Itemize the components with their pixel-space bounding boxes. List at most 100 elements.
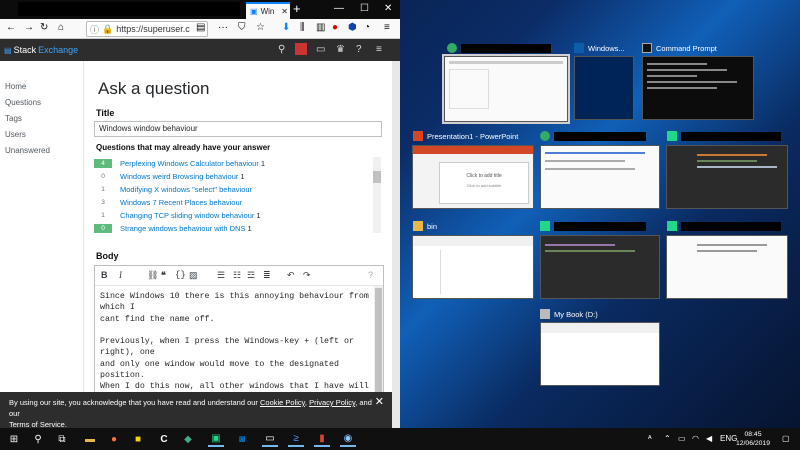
- window-thumbnail[interactable]: [412, 235, 534, 299]
- download-icon[interactable]: ⬇: [282, 22, 290, 33]
- app-circle-icon[interactable]: ◉: [340, 431, 356, 447]
- new-tab-button[interactable]: +: [293, 2, 301, 16]
- firefox-icon[interactable]: ●: [106, 431, 122, 447]
- help-icon[interactable]: ?: [356, 44, 362, 55]
- page-scrollbar[interactable]: [392, 61, 400, 428]
- bullet-list-icon[interactable]: ☷: [233, 270, 241, 281]
- list-item[interactable]: 0 Strange windows behaviour with DNS 1: [94, 222, 252, 233]
- volume-icon[interactable]: ◀: [706, 434, 712, 443]
- url-bar[interactable]: ⓘ 🔒 https://superuser.c: [86, 21, 208, 37]
- reader-icon[interactable]: ▤: [196, 22, 205, 33]
- redo-icon[interactable]: ↷: [303, 270, 311, 281]
- extension-icon[interactable]: ◔: [364, 22, 370, 33]
- powerpoint-icon[interactable]: ▮: [314, 431, 330, 447]
- adblock-icon[interactable]: ●: [332, 22, 338, 33]
- privacy-policy-link[interactable]: Privacy Policy: [309, 398, 355, 407]
- sidebar-icon[interactable]: ▥: [316, 22, 325, 33]
- window-thumbnail[interactable]: [540, 235, 660, 299]
- clock[interactable]: 08:45 12/06/2019: [736, 430, 770, 448]
- bold-icon[interactable]: B: [101, 270, 108, 280]
- app-c-icon[interactable]: C: [156, 431, 172, 447]
- search-icon[interactable]: ⚲: [30, 431, 46, 447]
- horizontal-rule-icon[interactable]: ≣: [263, 270, 271, 281]
- bookmark-star-icon[interactable]: ☆: [256, 22, 265, 33]
- question-link[interactable]: Changing TCP sliding window behaviour: [120, 211, 254, 220]
- ide-icon[interactable]: ▣: [208, 431, 224, 447]
- window-thumbnail[interactable]: [574, 56, 634, 120]
- maximize-icon[interactable]: ☐: [360, 3, 369, 14]
- avatar[interactable]: [295, 43, 307, 55]
- list-item[interactable]: 1 Modifying X windows "select" behaviour: [94, 183, 254, 195]
- sidebar-item-tags[interactable]: Tags: [5, 114, 22, 123]
- notifications-icon[interactable]: ▢: [782, 434, 790, 443]
- sidebar-item-questions[interactable]: Questions: [5, 98, 41, 107]
- question-link[interactable]: Strange windows behaviour with DNS: [120, 224, 245, 233]
- window-thumbnail[interactable]: [540, 145, 660, 209]
- sticky-notes-icon[interactable]: ■: [130, 431, 146, 447]
- window-thumbnail[interactable]: [666, 145, 788, 209]
- link-icon[interactable]: ⛓: [147, 270, 158, 281]
- cookie-policy-link[interactable]: Cookie Policy: [260, 398, 305, 407]
- sidebar-item-unanswered[interactable]: Unanswered: [5, 146, 50, 155]
- task-view-icon[interactable]: ⧉: [54, 431, 70, 447]
- page-actions-icon[interactable]: ···: [218, 22, 228, 33]
- window-thumbnail[interactable]: [642, 56, 754, 120]
- minimize-icon[interactable]: —: [334, 3, 344, 14]
- language-indicator[interactable]: ENG: [720, 434, 737, 443]
- ordered-list-icon[interactable]: ☰: [217, 270, 225, 281]
- blockquote-icon[interactable]: ❝: [161, 270, 166, 281]
- heading-icon[interactable]: ☲: [247, 270, 255, 281]
- inbox-icon[interactable]: ▭: [316, 44, 325, 55]
- list-item[interactable]: 3 Windows 7 Recent Places behaviour: [94, 196, 244, 208]
- scroll-thumb[interactable]: [375, 288, 382, 398]
- list-item[interactable]: 0 Windows weird Browsing behaviour 1: [94, 170, 244, 182]
- close-window-icon[interactable]: ✕: [384, 3, 392, 14]
- app-icon[interactable]: ◆: [180, 431, 196, 447]
- window-thumbnail[interactable]: [540, 322, 660, 386]
- chevron-up-icon[interactable]: ⌃: [664, 434, 671, 443]
- title-input[interactable]: Windows window behaviour: [94, 121, 382, 137]
- reload-icon[interactable]: ↻: [40, 22, 48, 33]
- stackexchange-logo[interactable]: ▤ Stack Exchange: [4, 45, 78, 55]
- battery-icon[interactable]: ▭: [678, 434, 686, 443]
- site-switcher-icon[interactable]: ≡: [376, 44, 382, 55]
- back-icon[interactable]: ←: [6, 22, 16, 33]
- network-icon[interactable]: ◠: [692, 434, 699, 443]
- window-thumbnail[interactable]: Click to add title Click to add subtitle: [412, 145, 534, 209]
- sidebar-item-home[interactable]: Home: [5, 82, 26, 91]
- window-thumbnail[interactable]: [442, 54, 570, 124]
- list-item[interactable]: 4 Perplexing Windows Calculator behaviou…: [94, 157, 265, 169]
- help-icon[interactable]: ?: [368, 270, 373, 280]
- windows-start-icon[interactable]: ⊞: [6, 431, 22, 447]
- question-link[interactable]: Windows weird Browsing behaviour: [120, 172, 238, 181]
- extension-shield-icon[interactable]: ⬢: [348, 22, 357, 33]
- people-icon[interactable]: ᴬ: [648, 434, 652, 443]
- library-icon[interactable]: ⫼: [300, 22, 305, 33]
- image-icon[interactable]: ▨: [189, 270, 198, 281]
- close-icon[interactable]: ✕: [375, 397, 384, 408]
- italic-icon[interactable]: I: [119, 270, 122, 280]
- home-icon[interactable]: ⌂: [58, 22, 64, 33]
- scroll-thumb[interactable]: [373, 171, 381, 183]
- cmd-icon[interactable]: ▭: [262, 431, 278, 447]
- similar-scrollbar[interactable]: [373, 157, 381, 233]
- question-link[interactable]: Modifying X windows "select" behaviour: [120, 185, 252, 194]
- powershell-icon[interactable]: ≥: [288, 431, 304, 447]
- tab-active[interactable]: ▣ Win ✕: [246, 2, 290, 19]
- menu-icon[interactable]: ≡: [384, 22, 390, 33]
- trophy-icon[interactable]: ♛: [336, 44, 345, 55]
- search-icon[interactable]: ⚲: [278, 44, 285, 55]
- outlook-icon[interactable]: ◙: [234, 431, 250, 447]
- file-explorer-icon[interactable]: ▬: [82, 431, 98, 447]
- list-item[interactable]: 1 Changing TCP sliding window behaviour …: [94, 209, 260, 221]
- terms-link[interactable]: Terms of Service: [9, 420, 65, 428]
- question-link[interactable]: Windows 7 Recent Places behaviour: [120, 198, 242, 207]
- undo-icon[interactable]: ↶: [287, 270, 295, 281]
- window-thumbnail[interactable]: [666, 235, 788, 299]
- close-icon[interactable]: ✕: [281, 7, 288, 16]
- question-link[interactable]: Perplexing Windows Calculator behaviour: [120, 159, 259, 168]
- forward-icon[interactable]: →: [24, 22, 34, 33]
- pocket-icon[interactable]: ⛉: [238, 22, 246, 33]
- code-icon[interactable]: {}: [175, 270, 186, 280]
- sidebar-item-users[interactable]: Users: [5, 130, 26, 139]
